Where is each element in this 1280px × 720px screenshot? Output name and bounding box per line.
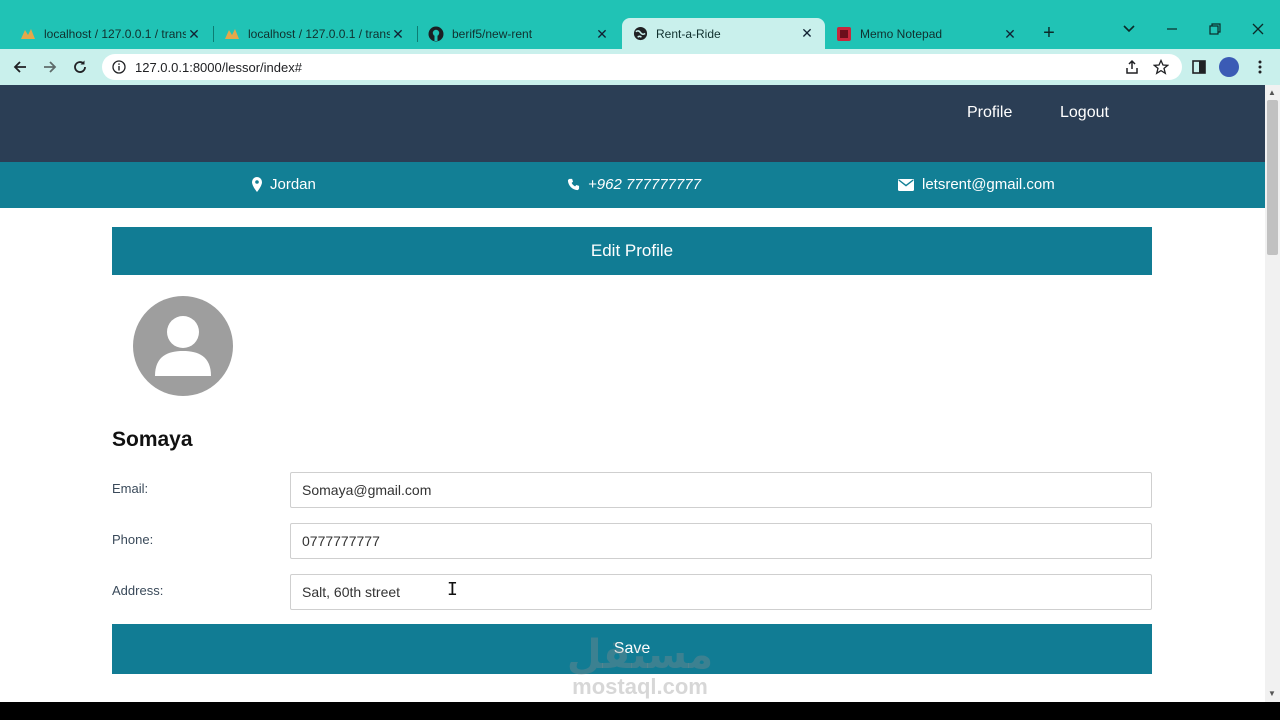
close-tab-icon[interactable]: ✕ — [594, 26, 610, 43]
email-text: letsrent@gmail.com — [922, 176, 1055, 193]
tab-title: localhost / 127.0.0.1 / transp — [248, 27, 390, 41]
address-label: Address: — [112, 583, 164, 598]
profile-avatar-icon[interactable] — [1219, 57, 1239, 77]
browser-tab[interactable]: localhost / 127.0.0.1 / transp ✕ — [10, 20, 212, 48]
address-field[interactable] — [290, 574, 1152, 610]
back-arrow-icon[interactable] — [10, 57, 30, 77]
close-window-icon[interactable] — [1252, 22, 1264, 38]
phone-icon — [567, 178, 580, 191]
tab-title: Memo Notepad — [860, 27, 943, 41]
email-field[interactable] — [290, 472, 1152, 508]
github-icon — [428, 26, 444, 42]
phpmyadmin-icon — [224, 26, 240, 42]
scrollbar-thumb[interactable] — [1267, 100, 1278, 255]
watermark-arabic: مستقل — [566, 632, 714, 678]
restore-icon[interactable] — [1209, 22, 1221, 38]
nav-profile-link[interactable]: Profile — [967, 104, 1012, 122]
browser-tab-active[interactable]: Rent-a-Ride ✕ — [622, 18, 825, 49]
envelope-icon — [898, 178, 914, 191]
tab-title: localhost / 127.0.0.1 / transp — [44, 27, 186, 41]
nav-logout-link[interactable]: Logout — [1060, 104, 1109, 122]
phpmyadmin-icon — [20, 26, 36, 42]
watermark-latin: mostaql.com — [572, 674, 708, 699]
phone-info: +962 777777777 — [567, 176, 701, 193]
forward-arrow-icon[interactable] — [40, 57, 60, 77]
edit-profile-title: Edit Profile — [590, 241, 674, 260]
profile-username: Somaya — [112, 428, 193, 451]
close-tab-icon[interactable]: ✕ — [799, 25, 815, 42]
more-menu-icon[interactable] — [1250, 57, 1270, 77]
scroll-down-arrow-icon[interactable]: ▼ — [1268, 689, 1276, 698]
edit-profile-banner: Edit Profile — [112, 227, 1152, 275]
minimize-icon[interactable] — [1166, 22, 1178, 38]
globe-icon — [632, 26, 648, 42]
browser-tab[interactable]: localhost / 127.0.0.1 / transp ✕ — [214, 20, 416, 48]
contact-infobar: Jordan +962 777777777 letsrent@gmail.com — [0, 162, 1265, 208]
site-navbar: Profile Logout — [0, 85, 1265, 162]
tab-title: berif5/new-rent — [452, 27, 533, 41]
site-info-icon[interactable] — [112, 60, 126, 74]
new-tab-button[interactable]: + — [1040, 23, 1058, 43]
map-pin-icon — [252, 177, 262, 192]
notepad-icon — [836, 26, 852, 42]
email-info: letsrent@gmail.com — [898, 176, 1055, 193]
location-text: Jordan — [270, 176, 316, 193]
side-panel-icon[interactable] — [1189, 57, 1209, 77]
page-viewport: Profile Logout Jordan +962 777777777 let… — [0, 85, 1265, 702]
phone-field[interactable] — [290, 523, 1152, 559]
phone-label: Phone: — [112, 532, 154, 547]
tab-title: Rent-a-Ride — [656, 26, 721, 41]
location-info: Jordan — [252, 176, 316, 193]
screen-bottom-border — [0, 702, 1280, 720]
text-cursor-icon: I — [447, 579, 458, 600]
address-bar[interactable]: 127.0.0.1:8000/lessor/index# — [102, 54, 1182, 80]
browser-tab[interactable]: Memo Notepad ✕ — [826, 20, 1028, 48]
watermark-logo: مستقل mostaql.com — [560, 632, 720, 699]
user-avatar-icon — [133, 296, 233, 396]
reload-icon[interactable] — [70, 57, 90, 77]
tab-search-chevron-icon[interactable] — [1122, 22, 1136, 39]
email-label: Email: — [112, 481, 149, 496]
bookmark-star-icon[interactable] — [1151, 57, 1171, 77]
close-tab-icon[interactable]: ✕ — [390, 26, 406, 43]
close-tab-icon[interactable]: ✕ — [186, 26, 202, 43]
phone-text: +962 777777777 — [588, 176, 702, 193]
close-tab-icon[interactable]: ✕ — [1002, 26, 1018, 43]
browser-tab[interactable]: berif5/new-rent ✕ — [418, 20, 620, 48]
scroll-up-arrow-icon[interactable]: ▲ — [1268, 88, 1276, 97]
url-text[interactable]: 127.0.0.1:8000/lessor/index# — [135, 60, 302, 75]
share-icon[interactable] — [1122, 57, 1142, 77]
